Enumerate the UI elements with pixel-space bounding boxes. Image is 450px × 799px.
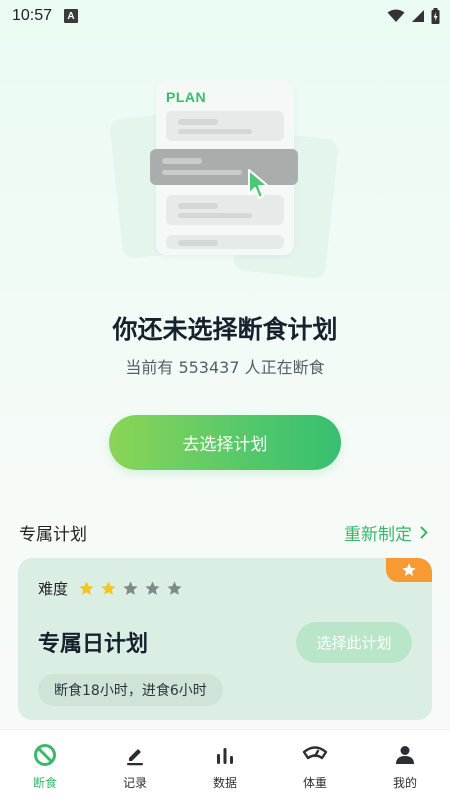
status-bar: 10:57 A [0, 0, 450, 32]
fasting-icon [32, 742, 58, 768]
star-empty-icon [145, 581, 160, 595]
plan-name: 专属日计划 [38, 632, 149, 657]
signal-icon [412, 10, 424, 22]
notification-icon: A [64, 9, 79, 23]
status-time: 10:57 [12, 7, 53, 24]
battery-icon [431, 8, 440, 24]
select-plan-button[interactable]: 选择此计划 [296, 622, 412, 663]
star-filled-icon [79, 581, 94, 595]
tab-label: 我的 [392, 776, 417, 790]
tab-data[interactable]: 数据 [180, 730, 270, 799]
person-icon [392, 742, 418, 768]
scale-icon [302, 742, 328, 768]
tab-weight[interactable]: 体重 [270, 730, 360, 799]
illustration-row [166, 235, 284, 249]
recommended-badge [386, 558, 432, 582]
tab-label: 断食 [32, 776, 57, 790]
plan-illustration: PLAN [108, 75, 340, 285]
star-empty-icon [123, 581, 138, 595]
illustration-row-selected [150, 149, 298, 185]
recreate-plan-label: 重新制定 [344, 525, 412, 545]
tab-label: 记录 [122, 776, 147, 790]
tab-label: 数据 [212, 776, 237, 790]
empty-state-headline: 你还未选择断食计划 [112, 315, 338, 344]
recreate-plan-link[interactable]: 重新制定 [344, 520, 428, 545]
custom-plan-card[interactable]: 难度 专属日计划 选择此计划 断食18小时，进食6小时 [18, 558, 432, 720]
difficulty-label: 难度 [38, 580, 69, 598]
plan-schedule-tag: 断食18小时，进食6小时 [38, 674, 223, 706]
bottom-tab-bar: 断食 记录 数据 体重 我的 [0, 729, 450, 799]
star-empty-icon [167, 581, 182, 595]
choose-plan-button[interactable]: 去选择计划 [109, 415, 341, 470]
tab-label: 体重 [302, 776, 327, 790]
tab-profile[interactable]: 我的 [360, 730, 450, 799]
star-icon [402, 563, 416, 576]
star-filled-icon [101, 581, 116, 595]
wifi-icon [387, 9, 405, 22]
tab-record[interactable]: 记录 [90, 730, 180, 799]
active-users-count: 当前有 553437 人正在断食 [125, 358, 325, 377]
pencil-icon [122, 742, 148, 768]
illustration-row [166, 111, 284, 141]
section-title: 专属计划 [19, 525, 87, 545]
cursor-icon [248, 169, 269, 199]
chevron-right-icon [420, 526, 428, 539]
status-icons [387, 8, 440, 24]
difficulty-rating: 难度 [38, 578, 183, 599]
difficulty-stars [78, 580, 183, 597]
illustration-plan-label: PLAN [166, 89, 207, 105]
tab-fasting[interactable]: 断食 [0, 730, 90, 799]
bar-chart-icon [212, 742, 238, 768]
